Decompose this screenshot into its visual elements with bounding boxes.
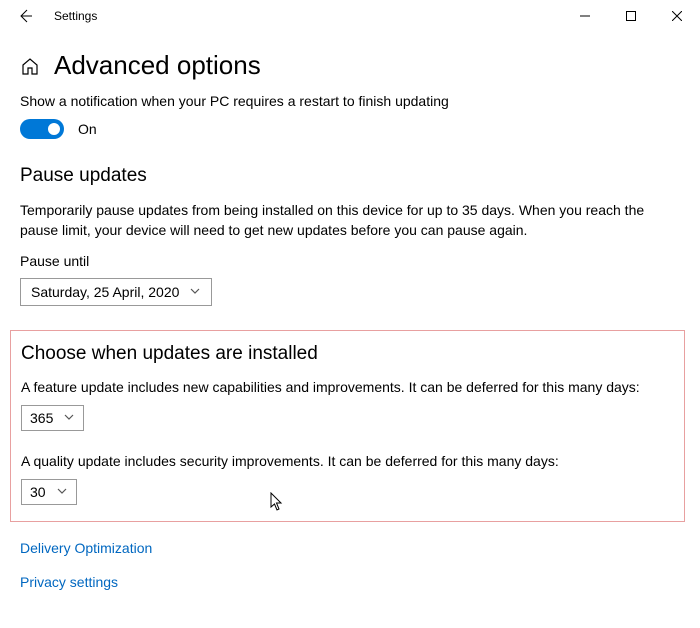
chevron-down-icon [189, 284, 201, 300]
home-icon[interactable] [20, 56, 40, 76]
pause-until-value: Saturday, 25 April, 2020 [31, 284, 179, 300]
pause-updates-title: Pause updates [20, 165, 680, 187]
quality-update-dropdown[interactable]: 30 [21, 479, 77, 505]
feature-update-value: 365 [30, 410, 53, 426]
restart-notification-toggle[interactable] [20, 119, 64, 139]
maximize-icon [626, 11, 636, 21]
pause-until-label: Pause until [20, 252, 680, 272]
pause-until-dropdown[interactable]: Saturday, 25 April, 2020 [20, 278, 212, 306]
chevron-down-icon [56, 484, 68, 500]
pause-updates-body: Temporarily pause updates from being ins… [20, 201, 680, 240]
choose-updates-highlight: Choose when updates are installed A feat… [10, 330, 685, 522]
quality-update-desc: A quality update includes security impro… [21, 453, 674, 469]
choose-updates-title: Choose when updates are installed [21, 343, 674, 365]
delivery-optimization-link[interactable]: Delivery Optimization [20, 540, 680, 556]
feature-update-desc: A feature update includes new capabiliti… [21, 379, 674, 395]
app-name: Settings [54, 9, 97, 23]
toggle-knob [48, 123, 60, 135]
chevron-down-icon [63, 410, 75, 426]
quality-update-value: 30 [30, 484, 46, 500]
restart-notification-desc: Show a notification when your PC require… [20, 93, 680, 109]
privacy-settings-link[interactable]: Privacy settings [20, 574, 680, 590]
close-icon [672, 11, 682, 21]
arrow-left-icon [17, 8, 33, 24]
back-button[interactable] [10, 1, 40, 31]
close-button[interactable] [654, 0, 700, 32]
feature-update-dropdown[interactable]: 365 [21, 405, 84, 431]
minimize-button[interactable] [562, 0, 608, 32]
minimize-icon [580, 11, 590, 21]
toggle-label: On [78, 121, 97, 137]
maximize-button[interactable] [608, 0, 654, 32]
page-title: Advanced options [54, 50, 261, 81]
